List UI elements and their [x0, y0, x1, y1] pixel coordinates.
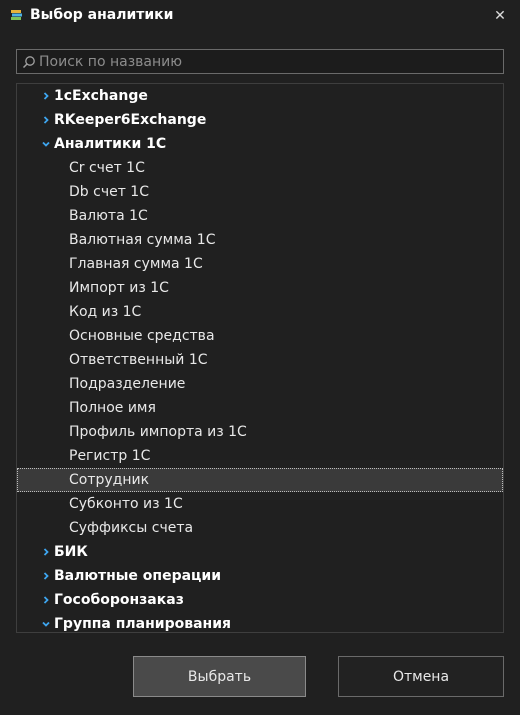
tree-item-label: Импорт из 1С: [69, 280, 169, 296]
tree-item[interactable]: Валюта 1С: [17, 204, 503, 228]
tree-group-item[interactable]: БИК: [17, 540, 503, 564]
tree-item[interactable]: Код из 1С: [17, 300, 503, 324]
chevron-right-icon[interactable]: [39, 569, 53, 583]
chevron-right-icon[interactable]: [39, 113, 53, 127]
tree-item-label: Подразделение: [69, 376, 186, 392]
tree-item-label: Основные средства: [69, 328, 215, 344]
window-title: Выбор аналитики: [30, 7, 174, 23]
tree-group-item[interactable]: RKeeper6Exchange: [17, 108, 503, 132]
chevron-right-icon[interactable]: [39, 545, 53, 559]
search-input[interactable]: [39, 50, 499, 73]
tree-item-label: Регистр 1С: [69, 448, 151, 464]
chevron-right-icon[interactable]: [39, 593, 53, 607]
close-button[interactable]: ✕: [488, 4, 512, 28]
tree-item-label: Валютные операции: [54, 568, 222, 584]
tree-group-item[interactable]: Группа планирования: [17, 612, 503, 632]
tree-item-label: Субконто из 1С: [69, 496, 183, 512]
tree-group-item[interactable]: Валютные операции: [17, 564, 503, 588]
tree-item-label: Гособоронзаказ: [54, 592, 184, 608]
select-button[interactable]: Выбрать: [133, 656, 306, 697]
tree-item[interactable]: Сотрудник: [17, 468, 503, 492]
tree-item[interactable]: Суффиксы счета: [17, 516, 503, 540]
tree-item-label: Главная сумма 1С: [69, 256, 203, 272]
chevron-down-icon[interactable]: [39, 617, 53, 631]
cancel-button[interactable]: Отмена: [338, 656, 504, 697]
app-icon: [11, 10, 22, 20]
tree-group-item[interactable]: Гособоронзаказ: [17, 588, 503, 612]
tree-item-label: Валюта 1С: [69, 208, 148, 224]
tree-item-label: RKeeper6Exchange: [54, 112, 207, 128]
tree-item-label: Суффиксы счета: [69, 520, 194, 536]
tree-item-label: Полное имя: [69, 400, 156, 416]
close-icon[interactable]: ✕: [494, 8, 506, 24]
tree-item-label: Валютная сумма 1С: [69, 232, 216, 248]
tree-item-label: БИК: [54, 544, 88, 560]
tree-item[interactable]: Cr счет 1C: [17, 156, 503, 180]
title-bar: Выбор аналитики ✕: [0, 0, 520, 32]
tree-item-label: Cr счет 1C: [69, 160, 145, 176]
chevron-down-icon[interactable]: [39, 137, 53, 151]
tree-item[interactable]: Основные средства: [17, 324, 503, 348]
tree-group-item[interactable]: 1cExchange: [17, 84, 503, 108]
tree-item[interactable]: Полное имя: [17, 396, 503, 420]
tree-item[interactable]: Валютная сумма 1С: [17, 228, 503, 252]
analytics-tree[interactable]: 1cExchange RKeeper6Exchange Аналитики 1С Cr…: [16, 83, 504, 633]
tree-item-label: Сотрудник: [69, 472, 150, 488]
tree-item-label: Db счет 1C: [69, 184, 149, 200]
tree-item[interactable]: Db счет 1C: [17, 180, 503, 204]
tree-item[interactable]: Регистр 1С: [17, 444, 503, 468]
tree-item[interactable]: Субконто из 1С: [17, 492, 503, 516]
chevron-right-icon[interactable]: [39, 89, 53, 103]
tree-item[interactable]: Импорт из 1С: [17, 276, 503, 300]
tree-item-label: Профиль импорта из 1С: [69, 424, 247, 440]
tree-group-item[interactable]: Аналитики 1С: [17, 132, 503, 156]
tree-item-label: Аналитики 1С: [54, 136, 167, 152]
tree-item-label: Группа планирования: [54, 616, 232, 632]
tree-item[interactable]: Главная сумма 1С: [17, 252, 503, 276]
tree-item-label: Ответственный 1С: [69, 352, 208, 368]
tree-item[interactable]: Подразделение: [17, 372, 503, 396]
search-box[interactable]: [16, 49, 504, 74]
tree-item-label: Код из 1С: [69, 304, 142, 320]
tree-item-label: 1cExchange: [54, 88, 148, 104]
tree-item[interactable]: Профиль импорта из 1С: [17, 420, 503, 444]
tree-item[interactable]: Ответственный 1С: [17, 348, 503, 372]
search-icon: [22, 56, 35, 69]
